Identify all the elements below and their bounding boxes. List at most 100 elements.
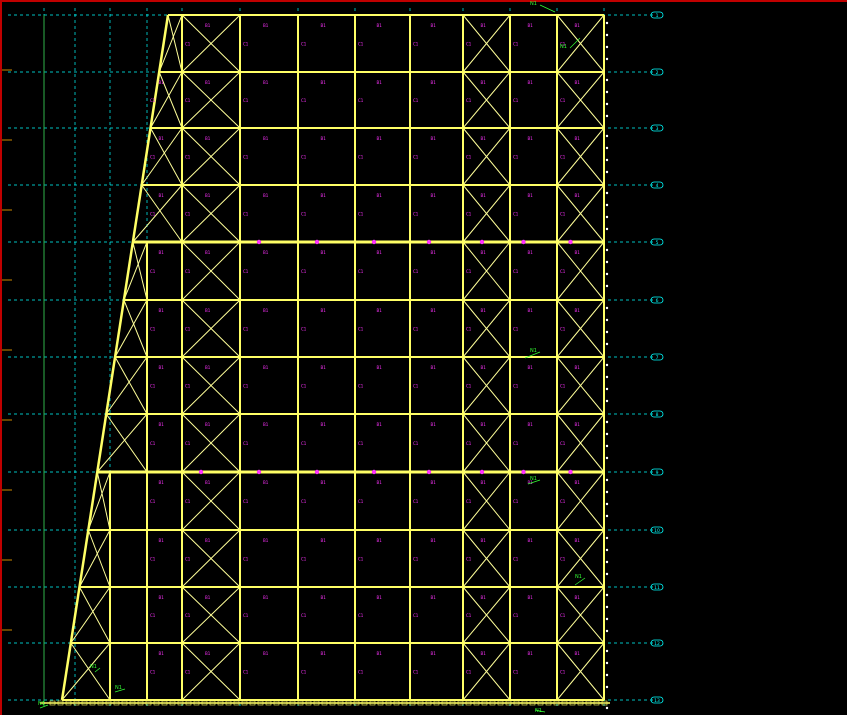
beam-tag: B1 xyxy=(431,136,437,141)
column-tag: C1 xyxy=(185,670,191,675)
column-tag: C1 xyxy=(466,557,472,562)
column-tag: C1 xyxy=(358,613,364,618)
column-tag: C1 xyxy=(560,499,566,504)
brace-diagonal xyxy=(70,586,111,644)
beam-tag: B1 xyxy=(377,651,383,656)
column-tag: C1 xyxy=(301,155,307,160)
grid-bubble-label: 4 xyxy=(656,183,659,189)
beam-tag: B1 xyxy=(205,365,211,370)
column-tag: C1 xyxy=(560,670,566,675)
column-tag: C1 xyxy=(560,269,566,274)
column-tag: C1 xyxy=(560,441,566,446)
anchor-mark xyxy=(605,57,609,61)
connection-dot xyxy=(256,469,262,475)
grid-bubble-label: 2 xyxy=(656,70,659,76)
anchor-mark xyxy=(605,375,609,379)
anchor-mark xyxy=(605,306,609,310)
beam-tag: B1 xyxy=(431,422,437,427)
brace-diagonal xyxy=(114,356,148,415)
beam-tag: B1 xyxy=(159,480,165,485)
beam-tag: B1 xyxy=(159,538,165,543)
column-tag: C1 xyxy=(301,327,307,332)
column-tag: C1 xyxy=(243,613,249,618)
beam-tag: B1 xyxy=(321,136,327,141)
column-tag: C1 xyxy=(358,557,364,562)
beam-tag: B1 xyxy=(481,422,487,427)
beam-tag: B1 xyxy=(431,23,437,28)
beam-tag: B1 xyxy=(263,365,269,370)
beam-tag: B1 xyxy=(321,23,327,28)
anchor-mark xyxy=(605,318,609,322)
column-tag: C1 xyxy=(185,155,191,160)
column-tag: C1 xyxy=(185,212,191,217)
beam-tag: B1 xyxy=(377,365,383,370)
anchor-mark xyxy=(605,593,609,597)
beam-tag: B1 xyxy=(377,422,383,427)
beam-tag: B1 xyxy=(575,193,581,198)
anchor-mark xyxy=(605,134,609,138)
anchor-mark xyxy=(605,33,609,37)
beam-tag: B1 xyxy=(431,595,437,600)
brace-diagonal xyxy=(70,642,111,701)
anchor-mark xyxy=(605,444,609,448)
column-tag: C1 xyxy=(466,613,472,618)
beam-tag: B1 xyxy=(528,80,534,85)
column-tag: C1 xyxy=(466,670,472,675)
beam-tag: B1 xyxy=(321,651,327,656)
column-tag: C1 xyxy=(413,327,419,332)
column-tag: C1 xyxy=(513,212,519,217)
anchor-mark xyxy=(605,560,609,564)
beam-tag: B1 xyxy=(377,595,383,600)
column-tag: C1 xyxy=(243,155,249,160)
column-tag: C1 xyxy=(150,441,156,446)
column-tag: C1 xyxy=(185,384,191,389)
anchor-mark xyxy=(605,272,609,276)
grid-bubble-label: 3 xyxy=(656,126,659,132)
grid-bubble: 3 xyxy=(650,124,664,132)
beam-tag: B1 xyxy=(205,250,211,255)
grid-bubble: 11 xyxy=(650,583,664,591)
grid-bubble: 6 xyxy=(650,296,664,304)
beam-tag: B1 xyxy=(263,193,269,198)
beam-tag: B1 xyxy=(528,538,534,543)
beam-tag: B1 xyxy=(481,250,487,255)
beam-tag: B1 xyxy=(205,136,211,141)
beam-tag: B1 xyxy=(431,80,437,85)
beam-tag: B1 xyxy=(431,193,437,198)
anchor-mark xyxy=(605,215,609,219)
beam-tag: B1 xyxy=(159,80,165,85)
column-tag: C1 xyxy=(513,613,519,618)
column-tag: C1 xyxy=(513,269,519,274)
grid-bubble: 7 xyxy=(650,353,664,361)
grid-bubble-label: 12 xyxy=(654,641,660,647)
column-tag: C1 xyxy=(185,613,191,618)
beam-tag: B1 xyxy=(575,80,581,85)
anchor-mark xyxy=(605,548,609,552)
anchor-mark xyxy=(605,90,609,94)
column-tag: C1 xyxy=(301,670,307,675)
column-tag: C1 xyxy=(243,499,249,504)
column-tag: C1 xyxy=(301,212,307,217)
anchor-mark xyxy=(605,478,609,482)
beam-tag: B1 xyxy=(481,538,487,543)
anchor-mark xyxy=(605,102,609,106)
beam-tag: B1 xyxy=(321,538,327,543)
anchor-mark xyxy=(605,284,609,288)
column-tag: C1 xyxy=(358,98,364,103)
beam-tag: B1 xyxy=(159,308,165,313)
grid-bubble-label: 5 xyxy=(656,240,659,246)
column-tag: C1 xyxy=(301,384,307,389)
anchor-mark xyxy=(605,248,609,252)
drawing-canvas: B1 C1 B1 C1 B1 C1 B1 C1 B1 C1 B1 C1 B1 C1 B1 C1 B1 C1 B1 C1… xyxy=(0,0,847,715)
beam-tag: B1 xyxy=(321,80,327,85)
column-tag: C1 xyxy=(466,441,472,446)
column-tag: C1 xyxy=(185,42,191,47)
anchor-mark xyxy=(605,572,609,576)
grid-bubble: 13 xyxy=(650,696,664,704)
beam-tag: B1 xyxy=(377,23,383,28)
beam-tag: B1 xyxy=(431,365,437,370)
column-tag: C1 xyxy=(413,670,419,675)
beam-tag: B1 xyxy=(205,23,211,28)
anchor-mark xyxy=(605,502,609,506)
beam-tag: B1 xyxy=(263,595,269,600)
